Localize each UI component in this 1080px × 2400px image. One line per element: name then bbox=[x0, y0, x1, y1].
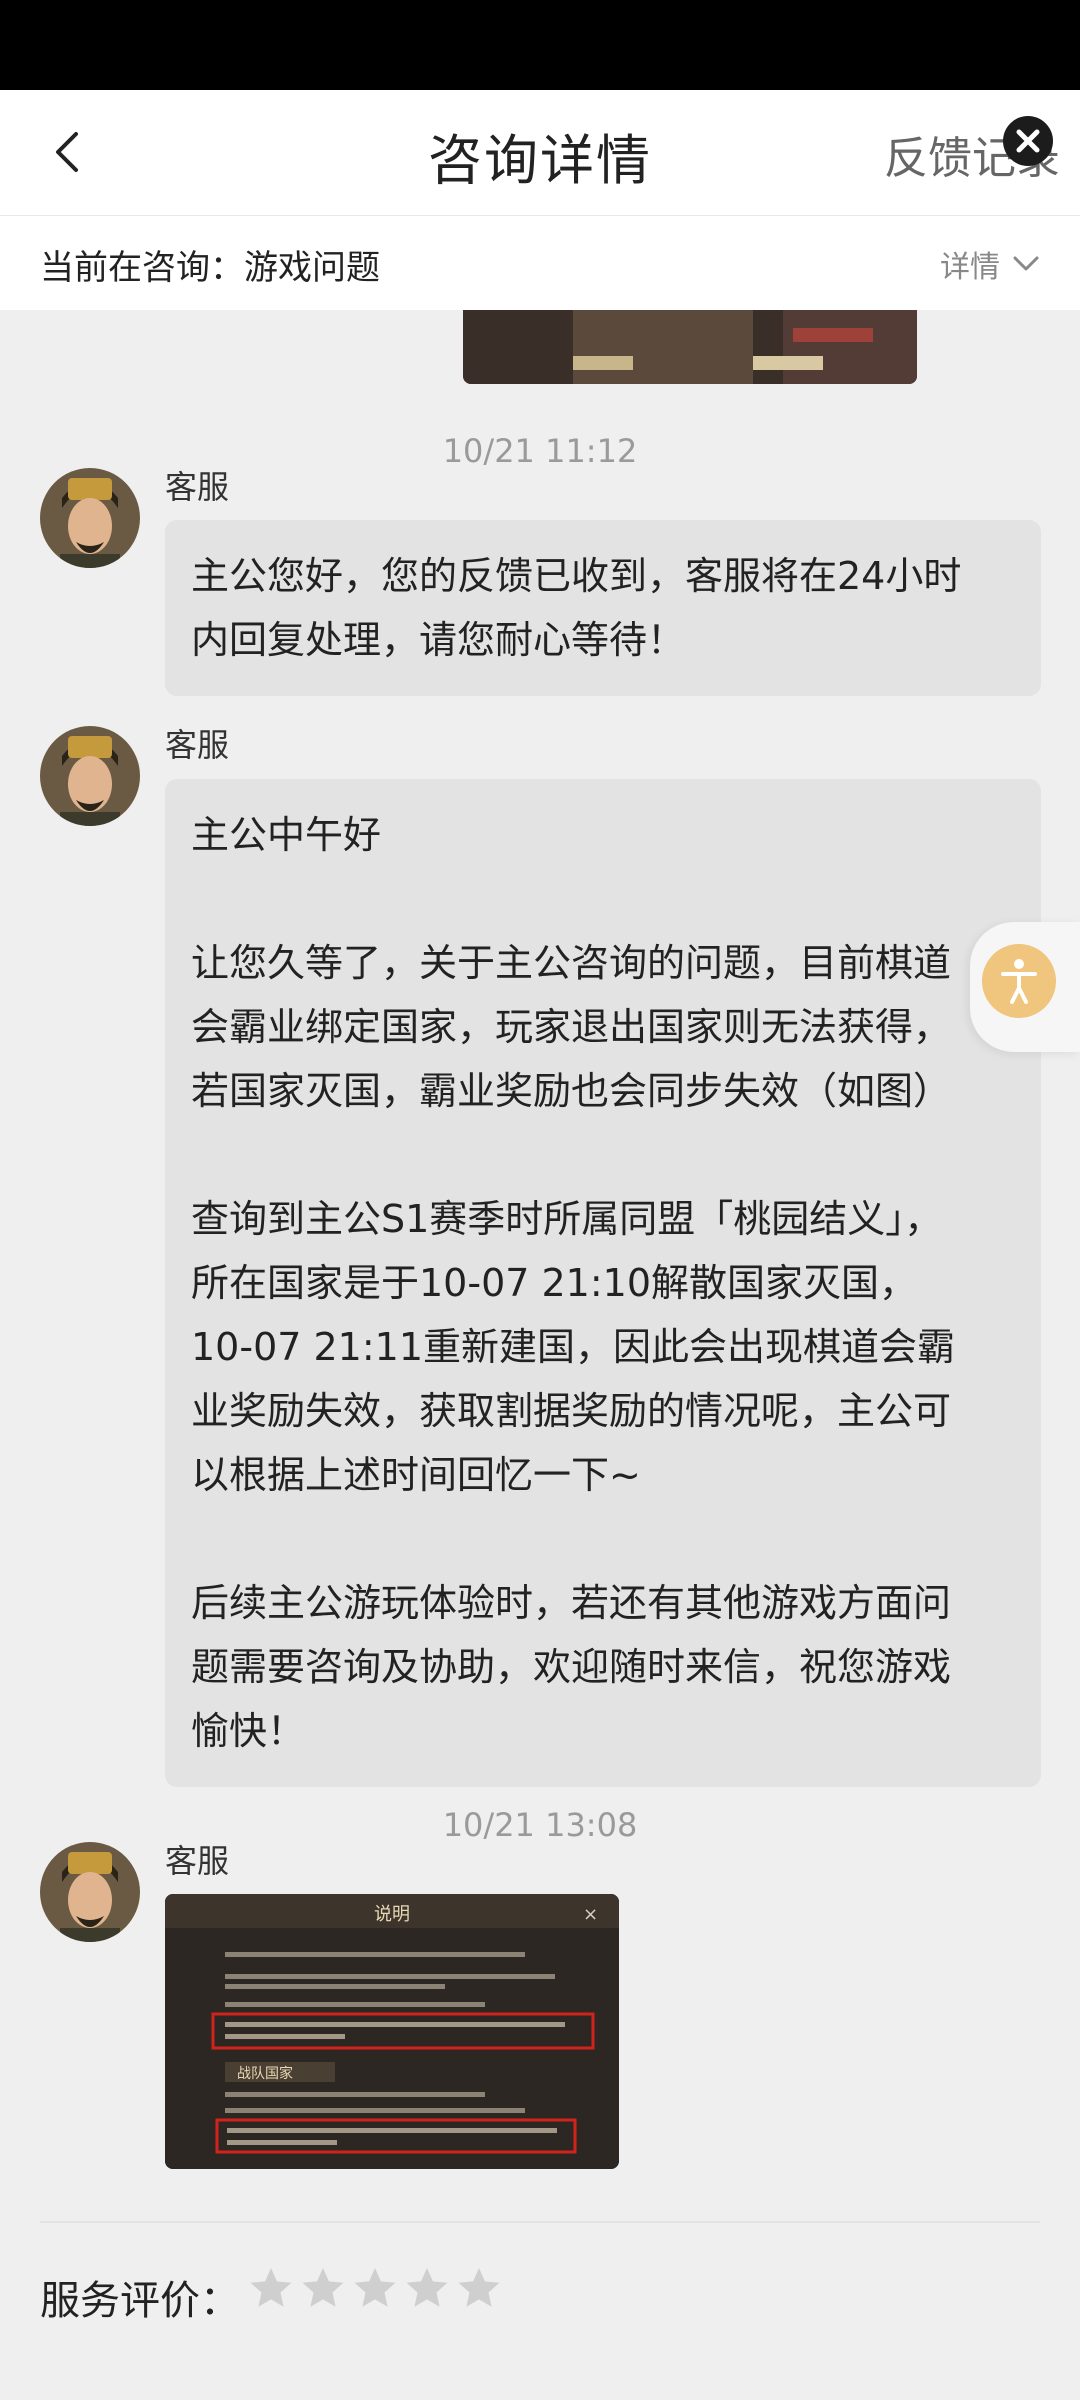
message-line: 内回复处理，请您耐心等待！ bbox=[191, 618, 686, 662]
star-icon[interactable] bbox=[352, 2265, 398, 2311]
message-line: 查询到主公S1赛季时所属同盟「桃园结义」， bbox=[191, 1197, 943, 1241]
divider bbox=[40, 2221, 1040, 2223]
message-line: 以根据上述时间回忆一下~ bbox=[191, 1453, 641, 1497]
image-message[interactable]: 说明 × 战队国家 bbox=[165, 1894, 619, 2169]
message-line: 10-07 21:11重新建国，因此会出现棋道会霸 bbox=[191, 1325, 956, 1369]
image-section-label: 战队国家 bbox=[237, 2065, 293, 2082]
accessibility-icon bbox=[982, 944, 1056, 1018]
star-icon[interactable] bbox=[456, 2265, 502, 2311]
rating-label: 服务评价： bbox=[40, 2278, 240, 2324]
previous-image-message[interactable] bbox=[463, 310, 917, 384]
rating-stars[interactable] bbox=[248, 2265, 502, 2311]
image-title: 说明 bbox=[374, 1904, 410, 1925]
sender-name: 客服 bbox=[165, 726, 230, 764]
message-line: 会霸业绑定国家，玩家退出国家则无法获得， bbox=[191, 1005, 952, 1049]
avatar bbox=[40, 468, 140, 568]
timestamp: 10/21 13:08 bbox=[442, 1806, 638, 1844]
message-line bbox=[191, 1123, 1015, 1187]
message-line: 若国家灭国，霸业奖励也会同步失效（如图） bbox=[191, 1069, 952, 1113]
star-icon[interactable] bbox=[248, 2265, 294, 2311]
accessibility-button[interactable] bbox=[970, 922, 1080, 1052]
message-line: 愉快！ bbox=[191, 1709, 306, 1753]
message-line bbox=[191, 1507, 1015, 1571]
close-icon bbox=[1016, 129, 1040, 153]
message-line: 后续主公游玩体验时，若还有其他游戏方面问 bbox=[191, 1581, 952, 1625]
message-line: 主公您好，您的反馈已收到，客服将在24小时 bbox=[191, 554, 962, 598]
detail-toggle[interactable]: 详情 bbox=[940, 242, 1040, 286]
close-button[interactable] bbox=[1003, 116, 1053, 166]
chevron-down-icon bbox=[1013, 256, 1039, 271]
message-line: 主公中午好 bbox=[191, 813, 382, 857]
message-line: 让您久等了，关于主公咨询的问题，目前棋道 bbox=[191, 941, 952, 985]
message-bubble: 主公您好，您的反馈已收到，客服将在24小时 内回复处理，请您耐心等待！ bbox=[165, 520, 1041, 696]
status-bar bbox=[0, 0, 1080, 90]
svg-text:×: × bbox=[583, 1904, 598, 1925]
topic-label: 当前在咨询：游戏问题 bbox=[40, 248, 380, 288]
header: 咨询详情 反馈记录 bbox=[0, 90, 1080, 215]
sender-name: 客服 bbox=[165, 1842, 230, 1880]
message-line bbox=[191, 867, 1015, 931]
message-line: 业奖励失效，获取割据奖励的情况呢，主公可 bbox=[191, 1389, 952, 1433]
topic-bar: 当前在咨询：游戏问题 详情 bbox=[0, 215, 1080, 310]
detail-label: 详情 bbox=[940, 250, 1000, 285]
star-icon[interactable] bbox=[300, 2265, 346, 2311]
timestamp: 10/21 11:12 bbox=[442, 432, 638, 470]
message-bubble: 主公中午好 让您久等了，关于主公咨询的问题，目前棋道 会霸业绑定国家，玩家退出国… bbox=[165, 779, 1041, 1787]
sender-name: 客服 bbox=[165, 468, 230, 506]
message-line: 所在国家是于10-07 21:10解散国家灭国， bbox=[191, 1261, 918, 1305]
avatar bbox=[40, 726, 140, 826]
message-line: 题需要咨询及协助，欢迎随时来信，祝您游戏 bbox=[191, 1645, 952, 1689]
avatar bbox=[40, 1842, 140, 1942]
star-icon[interactable] bbox=[404, 2265, 450, 2311]
